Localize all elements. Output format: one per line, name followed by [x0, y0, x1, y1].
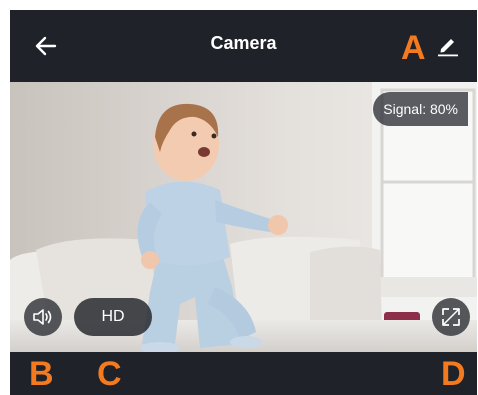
- arrow-left-icon: [35, 36, 57, 56]
- volume-button[interactable]: [24, 298, 62, 336]
- fullscreen-button[interactable]: [432, 298, 470, 336]
- edit-button[interactable]: [434, 32, 462, 60]
- annotation-marker-b: B: [29, 355, 54, 393]
- signal-strength-label: Signal: 80%: [383, 101, 458, 117]
- annotation-marker-c: C: [97, 355, 122, 393]
- back-button[interactable]: [32, 32, 60, 60]
- top-bar: Camera A: [10, 10, 477, 82]
- annotation-marker-d: D: [441, 355, 466, 393]
- annotation-marker-a: A: [401, 29, 426, 67]
- camera-live-view[interactable]: Signal: 80% HD: [10, 82, 477, 352]
- fullscreen-expand-icon: [442, 308, 460, 326]
- pencil-edit-icon: [438, 39, 458, 57]
- camera-app: Camera A Signal: 80% HD B C D: [10, 10, 477, 395]
- speaker-volume-icon: [33, 309, 52, 325]
- signal-strength-badge: Signal: 80%: [373, 92, 468, 126]
- quality-toggle-button[interactable]: HD: [74, 298, 152, 336]
- quality-label: HD: [101, 308, 125, 325]
